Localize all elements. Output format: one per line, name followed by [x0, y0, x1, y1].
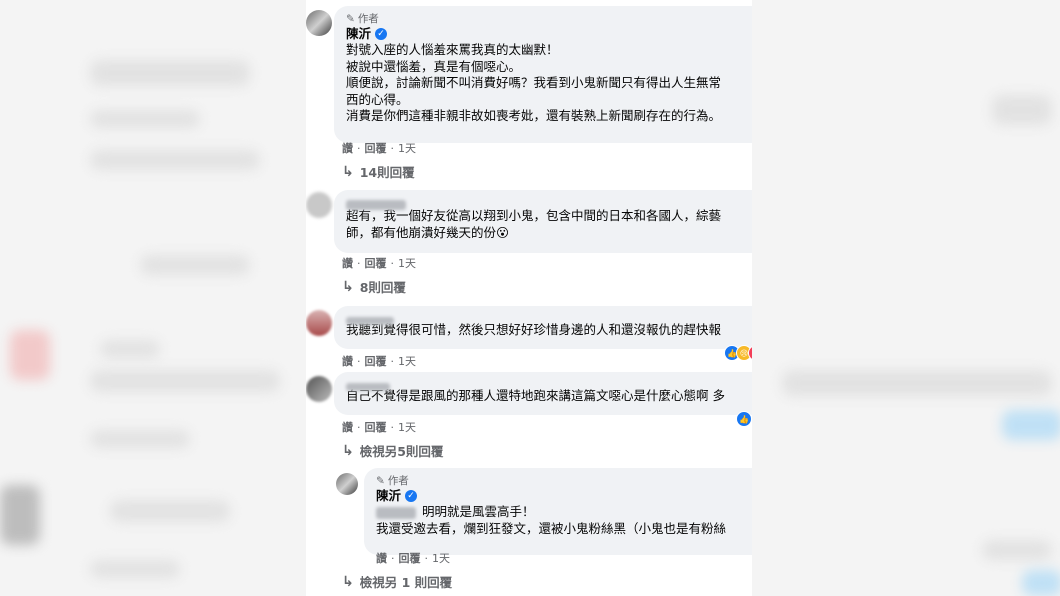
blurred-reaction [1022, 570, 1060, 596]
blurred-name [346, 316, 394, 325]
comment-actions: 讚 · 回覆 · 1天 [342, 255, 416, 271]
reaction-summary[interactable]: 👍 [736, 411, 752, 427]
blurred-text-block [982, 540, 1052, 560]
reply-arrow-icon: ↳ [342, 573, 354, 590]
comment-actions: 讚 · 回覆 · 1天 [342, 140, 416, 156]
comment-author[interactable]: 陳沂 ✓ [346, 26, 752, 42]
view-more-replies-link[interactable]: ↳ 檢視另5則回覆 [342, 441, 443, 460]
view-replies-label[interactable]: 14則回覆 [360, 162, 415, 181]
comment-timestamp[interactable]: 1天 [432, 550, 450, 566]
like-button[interactable]: 讚 [376, 550, 387, 566]
comment-timestamp[interactable]: 1天 [398, 140, 416, 156]
reply-arrow-icon: ↳ [342, 442, 354, 459]
blurred-text-block [90, 150, 260, 170]
comment-line: 師，都有他崩潰好幾天的份😮 [346, 224, 510, 240]
comment-line: 自己不覺得是跟風的那種人還特地跑來講這篇文噁心是什麼心態啊 多 [346, 388, 725, 403]
comment-actions: 讚 · 回覆 · 1天 [376, 550, 450, 566]
author-badge-label: 作者 [357, 13, 379, 25]
verified-icon: ✓ [405, 490, 418, 502]
like-button[interactable]: 讚 [342, 140, 353, 156]
blurred-right-background [752, 0, 1060, 596]
blurred-text-block [90, 60, 250, 86]
commenter-name[interactable] [346, 196, 752, 210]
commenter-name[interactable] [346, 378, 752, 391]
blurred-name [346, 199, 406, 210]
reply-button[interactable]: 回覆 [399, 550, 421, 566]
comment-timestamp[interactable]: 1天 [398, 353, 416, 369]
reply-line: 明明就是風雲高手！ [376, 504, 752, 521]
blurred-text-block [90, 560, 180, 578]
reply-button[interactable]: 回覆 [365, 140, 387, 156]
comment-timestamp[interactable]: 1天 [398, 255, 416, 271]
author-badge: ✎ 作者 [376, 474, 752, 488]
commenter-name[interactable] [346, 312, 752, 325]
comment-actions: 讚 · 回覆 · 1天 [342, 353, 416, 369]
view-more-replies-link[interactable]: ↳ 檢視另 1 則回覆 [342, 572, 452, 591]
mentioned-user-tag[interactable] [376, 506, 416, 519]
blurred-text-block [782, 370, 1052, 396]
blurred-text-block [90, 110, 200, 128]
view-replies-label[interactable]: 檢視另5則回覆 [360, 441, 444, 460]
comment-bubble: 超有，我一個好友從高以翔到小鬼，包含中間的日本和各國人，綜藝 師，都有他崩潰好幾… [334, 190, 752, 253]
author-name[interactable]: 陳沂 [346, 26, 371, 42]
reply-bubble: ✎ 作者 陳沂 ✓ 明明就是風雲高手！ 我還受邀去看，爛到狂發文，還被小鬼粉絲黑… [364, 468, 752, 555]
reply-arrow-icon: ↳ [342, 278, 354, 295]
blurred-text-block [992, 95, 1052, 125]
reply-line: 我還受邀去看，爛到狂發文，還被小鬼粉絲黑（小鬼也是有粉絲 [376, 520, 727, 536]
comment-line: 對號入座的人惱羞來罵我真的太幽默！ [346, 42, 559, 57]
blurred-reaction [1002, 410, 1060, 440]
view-replies-label[interactable]: 8則回覆 [360, 277, 406, 296]
view-replies-label[interactable]: 檢視另 1 則回覆 [360, 572, 452, 591]
like-reaction-icon: 👍 [736, 411, 752, 427]
comment-line: 西的心得。 [346, 91, 409, 107]
comment-line: 消費是你們這種非親非故如喪考妣，還有裝熟上新聞刷存在的行為。 [346, 108, 722, 123]
verified-icon: ✓ [375, 28, 388, 40]
comment-line: 超有，我一個好友從高以翔到小鬼，包含中間的日本和各國人，綜藝 [346, 208, 722, 223]
view-replies-link[interactable]: ↳ 14則回覆 [342, 162, 415, 181]
view-replies-link[interactable]: ↳ 8則回覆 [342, 277, 406, 296]
blurred-name [346, 382, 390, 391]
reply-button[interactable]: 回覆 [365, 353, 387, 369]
blurred-text-block [90, 430, 190, 448]
reply-button[interactable]: 回覆 [365, 419, 387, 435]
author-avatar[interactable] [306, 10, 332, 36]
blurred-left-background [0, 0, 306, 596]
author-name[interactable]: 陳沂 [376, 488, 401, 504]
comment-line: 順便說，討論新聞不叫消費好嗎？我看到小鬼新聞只有得出人生無常 [346, 75, 722, 90]
comment-bubble: 我聽到覺得很可惜，然後只想好好珍惜身邊的人和還沒報仇的趕快報 [334, 306, 752, 349]
commenter-avatar[interactable] [306, 310, 332, 336]
like-button[interactable]: 讚 [342, 419, 353, 435]
author-badge: ✎ 作者 [346, 12, 752, 26]
comment-bubble: 自己不覺得是跟風的那種人還特地跑來講這篇文噁心是什麼心態啊 多 [334, 372, 752, 415]
comment-timestamp[interactable]: 1天 [398, 419, 416, 435]
reply-arrow-icon: ↳ [342, 163, 354, 180]
pencil-icon: ✎ [346, 13, 355, 25]
comment-bubble: ✎ 作者 陳沂 ✓ 對號入座的人惱羞來罵我真的太幽默！ 被說中還惱羞，真是有個噁… [334, 6, 752, 143]
author-badge-label: 作者 [387, 475, 409, 487]
blurred-avatar [10, 330, 50, 380]
comment-line: 我聽到覺得很可惜，然後只想好好珍惜身邊的人和還沒報仇的趕快報 [346, 322, 722, 337]
comment-author[interactable]: 陳沂 ✓ [376, 488, 752, 504]
author-avatar[interactable] [336, 473, 358, 495]
comment-line: 被說中還惱羞，真是有個噁心。 [346, 58, 522, 74]
comment-thread: ✎ 作者 陳沂 ✓ 對號入座的人惱羞來罵我真的太幽默！ 被說中還惱羞，真是有個噁… [306, 0, 752, 596]
comment-actions: 讚 · 回覆 · 1天 [342, 419, 416, 435]
commenter-avatar[interactable] [306, 192, 332, 218]
like-button[interactable]: 讚 [342, 255, 353, 271]
blurred-text-block [140, 255, 250, 275]
reaction-summary[interactable]: 👍 😢 ♥ [724, 345, 752, 361]
blurred-text-block [100, 340, 160, 358]
blurred-text-block [110, 500, 230, 522]
reply-text: 明明就是風雲高手！ [422, 504, 535, 519]
blurred-text-block [90, 370, 280, 392]
pencil-icon: ✎ [376, 475, 385, 487]
blurred-avatar [0, 485, 40, 545]
commenter-avatar[interactable] [306, 376, 332, 402]
reply-button[interactable]: 回覆 [365, 255, 387, 271]
like-button[interactable]: 讚 [342, 353, 353, 369]
